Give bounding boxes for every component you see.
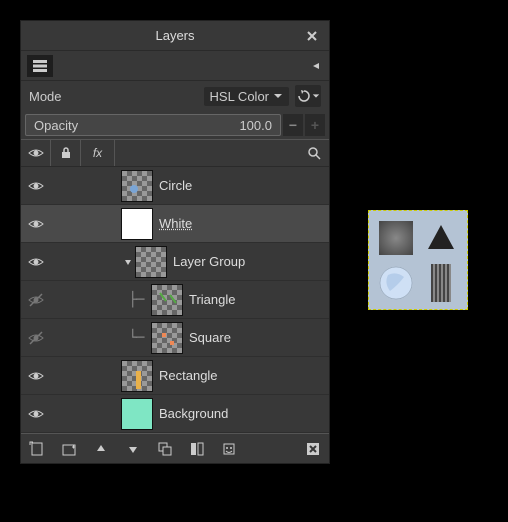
new-layer-button[interactable]	[27, 439, 47, 459]
layer-name[interactable]: Square	[189, 330, 231, 345]
preview-thumb	[375, 262, 416, 303]
titlebar: Layers	[21, 21, 329, 51]
tab-menu-icon[interactable]	[307, 57, 325, 75]
opacity-label: Opacity	[34, 118, 78, 133]
layer-row[interactable]: Background	[21, 395, 329, 433]
expand-toggle[interactable]	[121, 257, 135, 267]
tree-line: ├─	[121, 292, 151, 308]
layer-thumb	[151, 284, 183, 316]
visibility-toggle[interactable]	[21, 406, 51, 422]
tree-line: └─	[121, 330, 151, 346]
layers-list: Circle White Layer Group ├─ Triangle └─ Square…	[21, 167, 329, 433]
visibility-toggle[interactable]	[21, 178, 51, 194]
mode-value: HSL Color	[210, 89, 269, 104]
visibility-toggle[interactable]	[21, 330, 51, 346]
layer-thumb	[121, 208, 153, 240]
layer-thumb	[151, 322, 183, 354]
mode-row: Mode HSL Color	[21, 81, 329, 111]
opacity-row: Opacity 100.0 − +	[21, 111, 329, 139]
visibility-toggle[interactable]	[21, 254, 51, 270]
eye-icon	[28, 254, 44, 270]
close-button[interactable]	[303, 27, 321, 45]
layer-thumb	[121, 360, 153, 392]
eye-off-icon	[28, 292, 44, 308]
delete-layer-button[interactable]	[303, 439, 323, 459]
tab-row	[21, 51, 329, 81]
opacity-decrease-button[interactable]: −	[283, 114, 303, 136]
layer-name[interactable]: Rectangle	[159, 368, 218, 383]
eye-icon	[28, 216, 44, 232]
layer-name[interactable]: Triangle	[189, 292, 235, 307]
layer-row[interactable]: Rectangle	[21, 357, 329, 395]
layer-name[interactable]: Circle	[159, 178, 192, 193]
layers-tab[interactable]	[27, 55, 53, 77]
layer-name[interactable]: Background	[159, 406, 228, 421]
mode-select[interactable]: HSL Color	[204, 87, 289, 106]
preview-thumb	[420, 217, 461, 258]
layer-thumb	[121, 398, 153, 430]
visibility-toggle[interactable]	[21, 292, 51, 308]
lock-header[interactable]	[51, 140, 81, 166]
mode-reset-button[interactable]	[295, 85, 321, 107]
layer-row[interactable]: Layer Group	[21, 243, 329, 281]
layer-name[interactable]: White	[159, 216, 192, 231]
visibility-header[interactable]	[21, 140, 51, 166]
new-group-button[interactable]	[59, 439, 79, 459]
canvas-preview	[368, 210, 468, 310]
search-button[interactable]	[299, 146, 329, 160]
eye-icon	[28, 178, 44, 194]
opacity-slider[interactable]: Opacity 100.0	[25, 114, 281, 136]
chevron-down-icon	[312, 92, 320, 100]
eye-icon	[28, 368, 44, 384]
fx-header[interactable]: fx	[81, 140, 115, 166]
opacity-value: 100.0	[239, 118, 272, 133]
panel-title: Layers	[155, 28, 194, 43]
layer-thumb	[121, 170, 153, 202]
duplicate-layer-button[interactable]	[155, 439, 175, 459]
eye-icon	[28, 406, 44, 422]
layers-panel: Layers Mode HSL Color Opacity 100.0 − +	[20, 20, 330, 464]
merge-down-button[interactable]	[187, 439, 207, 459]
visibility-toggle[interactable]	[21, 368, 51, 384]
preview-thumb	[375, 217, 416, 258]
layer-header-row: fx	[21, 139, 329, 167]
raise-layer-button[interactable]	[91, 439, 111, 459]
layer-row[interactable]: White	[21, 205, 329, 243]
chevron-down-icon	[273, 92, 283, 100]
visibility-toggle[interactable]	[21, 216, 51, 232]
layer-row[interactable]: Circle	[21, 167, 329, 205]
opacity-increase-button[interactable]: +	[305, 114, 325, 136]
layer-name[interactable]: Layer Group	[173, 254, 245, 269]
eye-off-icon	[28, 330, 44, 346]
layer-row[interactable]: └─ Square	[21, 319, 329, 357]
lower-layer-button[interactable]	[123, 439, 143, 459]
layer-row[interactable]: ├─ Triangle	[21, 281, 329, 319]
anchor-layer-button[interactable]	[219, 439, 239, 459]
preview-thumb	[420, 262, 461, 303]
mode-label: Mode	[29, 89, 62, 104]
layer-thumb	[135, 246, 167, 278]
bottom-toolbar	[21, 433, 329, 463]
